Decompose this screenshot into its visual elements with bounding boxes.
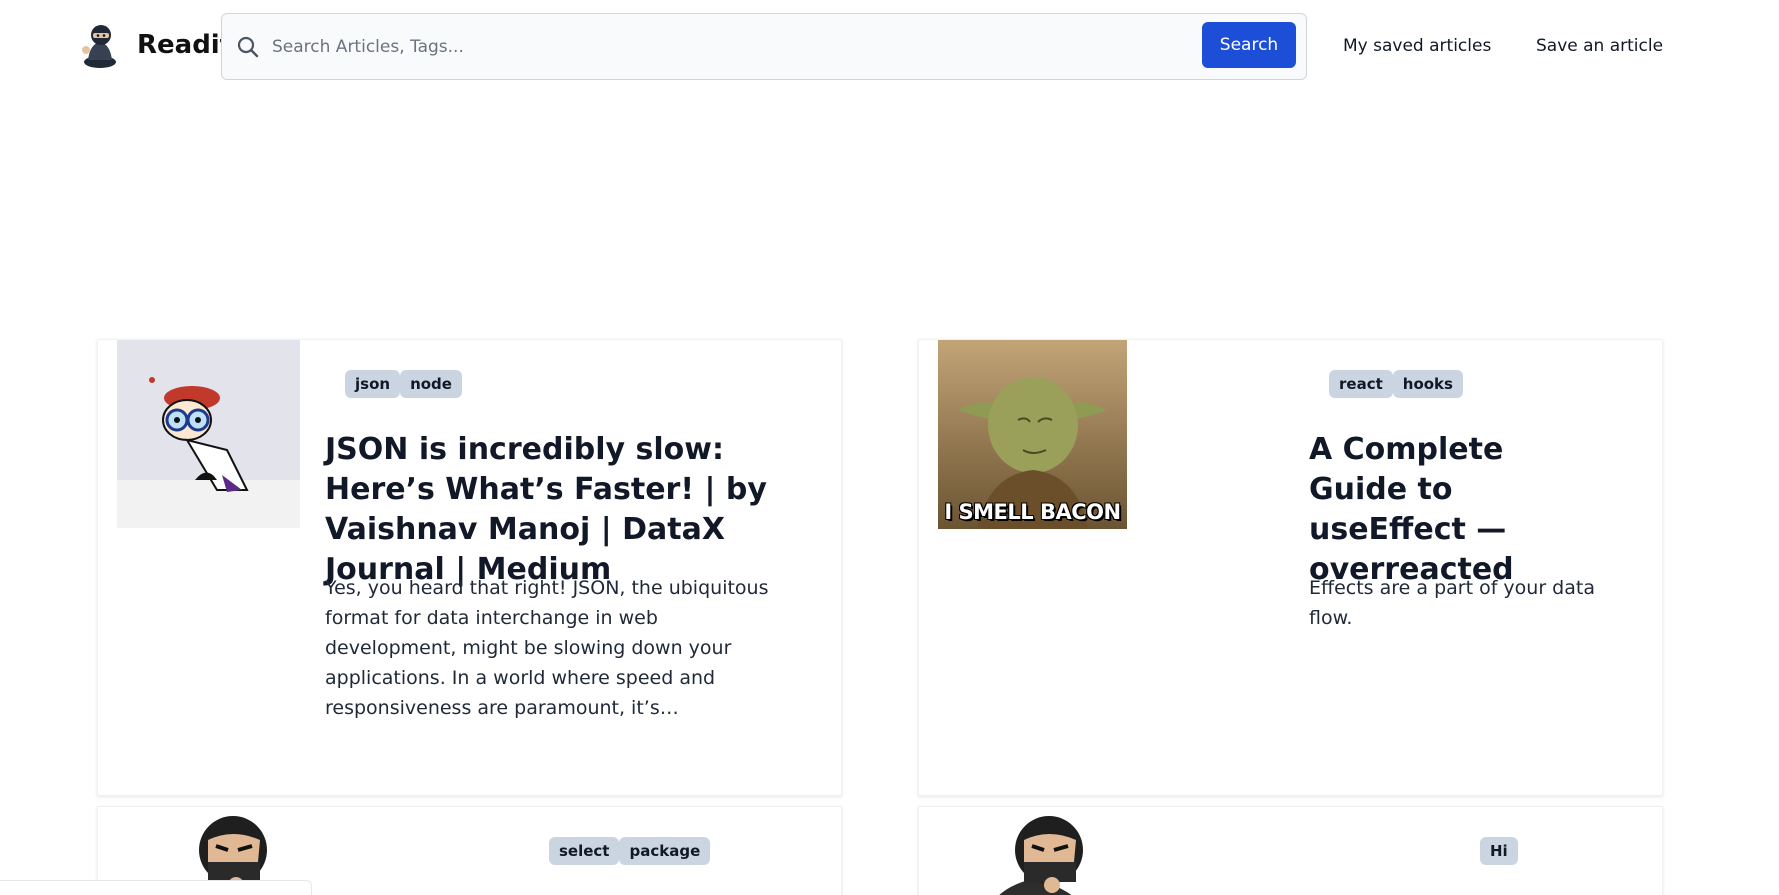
tag-chip[interactable]: select bbox=[549, 837, 620, 865]
tag-chip[interactable]: node bbox=[400, 370, 462, 398]
tag-chip[interactable]: package bbox=[619, 837, 711, 865]
tag-list: Hi bbox=[1480, 837, 1518, 865]
tag-list: select package bbox=[549, 837, 711, 865]
article-title[interactable]: JSON is incredibly slow: Here’s What’s F… bbox=[325, 430, 795, 590]
search-button[interactable]: Search bbox=[1202, 22, 1296, 68]
save-article-link[interactable]: Save an article bbox=[1536, 36, 1663, 56]
my-saved-articles-link[interactable]: My saved articles bbox=[1343, 36, 1491, 56]
bottom-overlay-panel bbox=[0, 880, 312, 895]
tag-list: json node bbox=[345, 370, 462, 398]
top-header: Readit Search My saved articles Save an … bbox=[0, 0, 1779, 92]
search-bar: Search bbox=[221, 13, 1307, 80]
article-card[interactable]: I SMELL BACON react hooks A Complete Gui… bbox=[918, 339, 1663, 796]
tag-chip[interactable]: hooks bbox=[1392, 370, 1463, 398]
tag-chip[interactable]: json bbox=[345, 370, 401, 398]
article-title[interactable]: A Complete Guide to useEffect — overreac… bbox=[1309, 430, 1609, 590]
tag-chip[interactable]: Hi bbox=[1480, 837, 1518, 865]
tag-list: react hooks bbox=[1329, 370, 1463, 398]
article-description: Effects are a part of your data flow. bbox=[1309, 577, 1595, 629]
ninja-logo-icon[interactable] bbox=[78, 22, 122, 68]
article-card[interactable]: Hi bbox=[918, 806, 1663, 895]
tag-chip[interactable]: react bbox=[1329, 370, 1393, 398]
ninja-avatar-image bbox=[949, 810, 1119, 895]
article-description: Yes, you heard that right! JSON, the ubi… bbox=[325, 577, 769, 719]
search-icon bbox=[236, 35, 260, 59]
brand-name[interactable]: Readit bbox=[137, 30, 232, 60]
yoda-meme-image: I SMELL BACON bbox=[938, 340, 1127, 529]
article-card[interactable]: json node JSON is incredibly slow: Here’… bbox=[97, 339, 842, 796]
cartoon-scientist-image bbox=[117, 340, 300, 528]
search-input[interactable] bbox=[272, 28, 1172, 66]
meme-caption: I SMELL BACON bbox=[944, 500, 1121, 524]
